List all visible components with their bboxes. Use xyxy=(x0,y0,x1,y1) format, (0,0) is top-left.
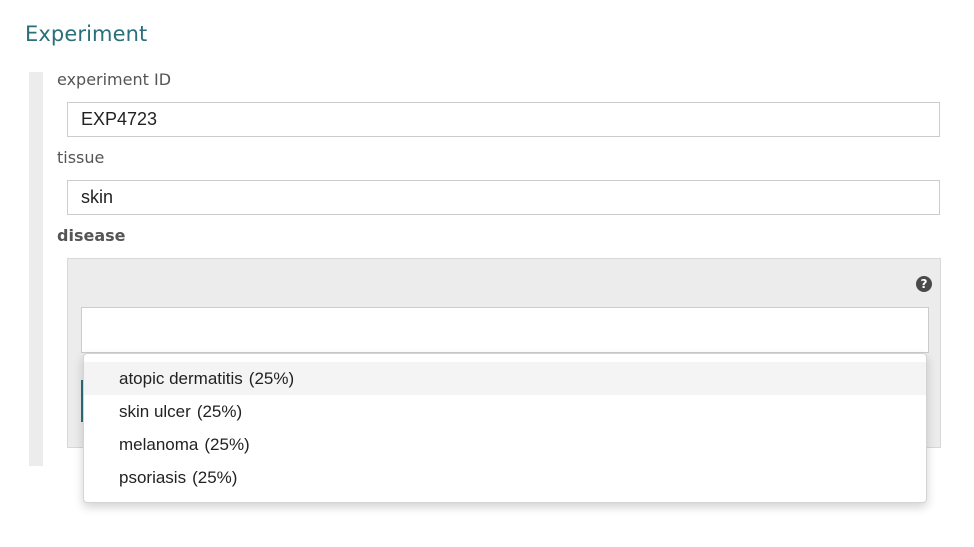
disease-label: disease xyxy=(57,226,126,245)
option-label: atopic dermatitis xyxy=(119,369,243,388)
experiment-id-input[interactable]: EXP4723 xyxy=(67,102,940,137)
option-label: psoriasis xyxy=(119,468,187,487)
option-label: melanoma xyxy=(119,435,199,454)
disease-dropdown: atopic dermatitis (25%) skin ulcer (25%) m… xyxy=(83,353,927,503)
dropdown-option-atopic-dermatitis[interactable]: atopic dermatitis (25%) xyxy=(84,362,926,395)
section-title: Experiment xyxy=(25,22,148,46)
dropdown-option-skin-ulcer[interactable]: skin ulcer (25%) xyxy=(84,395,926,428)
tissue-label: tissue xyxy=(57,148,105,167)
option-percent: (25%) xyxy=(204,435,250,454)
tissue-input[interactable]: skin xyxy=(67,180,940,215)
option-percent: (25%) xyxy=(192,468,238,487)
option-label: skin ulcer xyxy=(119,402,191,421)
section-rail xyxy=(29,72,43,466)
disease-input[interactable] xyxy=(81,307,929,353)
dropdown-option-melanoma[interactable]: melanoma (25%) xyxy=(84,428,926,461)
dropdown-option-psoriasis[interactable]: psoriasis (25%) xyxy=(84,461,926,494)
option-percent: (25%) xyxy=(248,369,295,388)
question-circle-icon[interactable]: ? xyxy=(916,276,932,292)
experiment-id-label: experiment ID xyxy=(57,70,172,89)
option-percent: (25%) xyxy=(196,402,243,421)
